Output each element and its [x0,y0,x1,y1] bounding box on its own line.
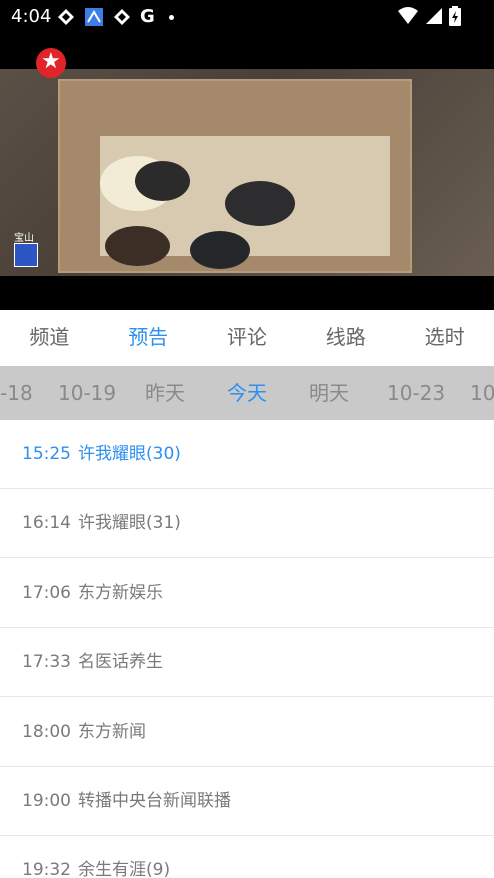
program-row[interactable]: 17:33 名医话养生 [0,628,494,697]
date-item[interactable]: 10-19 [58,366,116,420]
video-player[interactable]: 宝山 [0,36,494,310]
program-row[interactable]: 15:25 许我耀眼(30) [0,420,494,489]
maps-icon [85,8,103,26]
tab-comments[interactable]: 评论 [198,310,297,366]
program-row[interactable]: 16:14 许我耀眼(31) [0,489,494,558]
program-list: 15:25 许我耀眼(30) 16:14 许我耀眼(31) 17:06 东方新娱… [0,420,494,878]
program-time: 19:00 [22,791,71,811]
tab-schedule[interactable]: 预告 [99,310,198,366]
program-title: 许我耀眼(30) [78,444,181,464]
status-time: 4:04 [11,6,52,27]
tab-bar: 频道 预告 评论 线路 选时 [0,310,494,366]
tab-select-time[interactable]: 选时 [395,310,494,366]
video-overlay-label: 宝山 [14,233,34,244]
program-title: 东方新娱乐 [78,583,163,603]
video-frame[interactable]: 宝山 [0,69,494,276]
notification-icon [58,9,74,25]
program-time: 18:00 [22,722,71,742]
program-row[interactable]: 17:06 东方新娱乐 [0,559,494,628]
tab-lines[interactable]: 线路 [296,310,395,366]
status-bar: 4:04 G [0,0,494,36]
date-item-today[interactable]: 今天 [227,366,267,420]
wifi-icon [398,7,418,24]
program-title: 转播中央台新闻联播 [78,791,231,811]
battery-icon [449,6,461,26]
program-title: 余生有涯(9) [78,860,171,878]
program-time: 17:06 [22,583,71,603]
date-item[interactable]: 明天 [309,366,349,420]
program-time: 17:33 [22,652,71,672]
program-time: 19:32 [22,860,71,878]
google-icon: G [140,6,155,27]
signal-icon [426,8,442,24]
program-title: 名医话养生 [78,652,163,672]
date-item[interactable]: 10- [470,366,494,420]
status-icons-left: G [56,7,174,27]
program-title: 许我耀眼(31) [78,513,181,533]
program-title: 东方新闻 [78,722,146,742]
program-row[interactable]: 18:00 东方新闻 [0,698,494,767]
status-icons-right [397,6,461,26]
video-overlay-badge [14,243,38,267]
notification-icon [114,9,130,25]
date-item[interactable]: -18 [0,366,33,420]
tab-channels[interactable]: 频道 [0,310,99,366]
channel-logo [36,48,66,78]
dot-icon [168,14,174,20]
program-row[interactable]: 19:32 余生有涯(9) [0,836,494,878]
program-time: 15:25 [22,444,71,464]
date-selector[interactable]: -18 10-19 昨天 今天 明天 10-23 10- [0,366,494,420]
program-row[interactable]: 19:00 转播中央台新闻联播 [0,767,494,836]
video-content-box [58,79,412,273]
program-time: 16:14 [22,513,71,533]
date-item[interactable]: 10-23 [387,366,445,420]
date-item[interactable]: 昨天 [145,366,185,420]
